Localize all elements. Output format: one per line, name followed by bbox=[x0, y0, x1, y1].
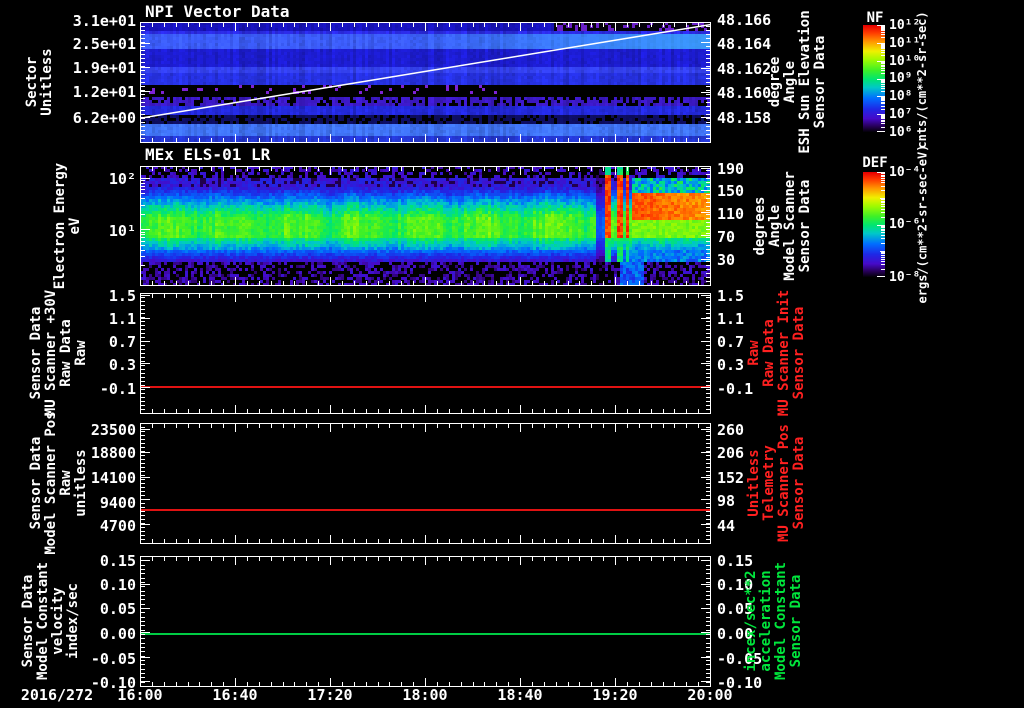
p3-rtick: 1.1 bbox=[717, 310, 745, 328]
p1-rtick: 48.162 bbox=[717, 60, 772, 78]
els-spectrogram-canvas bbox=[140, 166, 711, 286]
p4-ytick: 18800 bbox=[90, 444, 136, 462]
nf-colorbar-title: NF bbox=[866, 10, 884, 26]
time-tick: 20:00 bbox=[687, 686, 733, 704]
p1-ytick: 3.1e+01 bbox=[72, 12, 136, 30]
p1-ytick: 1.9e+01 bbox=[72, 59, 136, 77]
def-colorbar-canvas bbox=[863, 172, 885, 277]
date-label: 2016/272 bbox=[20, 686, 94, 704]
mu-scanner-30v-plot-canvas bbox=[140, 293, 711, 414]
p4-rtick: 260 bbox=[717, 421, 745, 439]
p5-ytick: 0.05 bbox=[99, 600, 136, 618]
nf-colorbar-canvas bbox=[863, 25, 885, 132]
p5-ytick: 0.00 bbox=[99, 625, 136, 643]
def-colorbar-unit: ergs/(cm**2-sr-sec-eV) bbox=[915, 144, 930, 304]
p4-ytick: 4700 bbox=[99, 517, 136, 535]
time-tick: 17:20 bbox=[307, 686, 353, 704]
panel3-left-axis-label: Sensor Data MU Scanner +30V Raw Data Raw bbox=[28, 289, 89, 417]
panel1-title: NPI Vector Data bbox=[145, 2, 290, 21]
npi-spectrogram-canvas bbox=[140, 22, 711, 143]
panel4-right-axis-label: Unitless Telemetry MU Scanner Pos Sensor… bbox=[746, 424, 807, 543]
p4-ytick: 14100 bbox=[90, 469, 136, 487]
p5-ytick: -0.05 bbox=[90, 650, 136, 668]
p4-rtick: 152 bbox=[717, 469, 745, 487]
science-plot-page: { "footer": { "date_label": "2016/272", … bbox=[0, 0, 1024, 708]
p2-rtick: 150 bbox=[717, 182, 745, 200]
p3-rtick: 0.3 bbox=[717, 356, 745, 374]
p4-ytick: 23500 bbox=[90, 421, 136, 439]
time-tick: 16:40 bbox=[212, 686, 258, 704]
model-constant-plot-canvas bbox=[140, 556, 711, 687]
p1-ytick: 2.5e+01 bbox=[72, 35, 136, 53]
p3-rtick: 1.5 bbox=[717, 287, 745, 305]
p4-rtick: 98 bbox=[717, 492, 736, 510]
p1-rtick: 48.160 bbox=[717, 84, 772, 102]
p1-ytick: 6.2e+00 bbox=[72, 109, 136, 127]
p4-ytick: 9400 bbox=[99, 494, 136, 512]
time-tick: 16:00 bbox=[117, 686, 163, 704]
p3-ytick: 1.1 bbox=[108, 310, 136, 328]
panel2-right-axis-label: degrees Angle Model Scanner Sensor Data bbox=[752, 171, 813, 281]
panel1-left-axis-label: Sector Unitless bbox=[24, 48, 55, 116]
nf-colorbar-unit: cnts/(cm**2-sr-sec) bbox=[915, 11, 929, 149]
nf-cbtick: 10⁷ bbox=[889, 107, 913, 122]
time-tick: 18:40 bbox=[497, 686, 543, 704]
p1-rtick: 48.166 bbox=[717, 11, 772, 29]
p2-rtick: 70 bbox=[717, 228, 736, 246]
p3-ytick: 0.7 bbox=[108, 333, 136, 351]
p2-ytick: 10¹ bbox=[108, 222, 136, 240]
panel2-title: MEx ELS-01 LR bbox=[145, 145, 271, 164]
p1-rtick: 48.164 bbox=[717, 35, 772, 53]
scanner-pos-plot-canvas bbox=[140, 423, 711, 544]
nf-cbtick: 10⁹ bbox=[889, 71, 913, 86]
p3-ytick: 0.3 bbox=[108, 356, 136, 374]
p4-rtick: 44 bbox=[717, 517, 736, 535]
nf-cbtick: 10⁶ bbox=[889, 125, 913, 140]
p4-rtick: 206 bbox=[717, 444, 745, 462]
p1-rtick: 48.158 bbox=[717, 109, 772, 127]
nf-cbtick: 10⁸ bbox=[889, 89, 913, 104]
p1-ytick: 1.2e+01 bbox=[72, 83, 136, 101]
p5-ytick: 0.15 bbox=[99, 552, 136, 570]
p2-rtick: 110 bbox=[717, 205, 745, 223]
p5-ytick: 0.10 bbox=[99, 576, 136, 594]
time-tick: 18:00 bbox=[402, 686, 448, 704]
p2-ytick: 10² bbox=[108, 170, 136, 188]
time-tick: 19:20 bbox=[592, 686, 638, 704]
panel3-right-axis-label: Raw Raw Data MU Scanner Init Sensor Data bbox=[746, 289, 807, 417]
p2-rtick: 190 bbox=[717, 160, 745, 178]
p3-ytick: 1.5 bbox=[108, 287, 136, 305]
p3-rtick: 0.7 bbox=[717, 333, 745, 351]
panel1-right-axis-label: degree Angle ESH Sun Elevation Sensor Da… bbox=[767, 10, 828, 154]
p2-rtick: 30 bbox=[717, 251, 736, 269]
panel5-right-axis-label: incex/sec**2 acceleration Model Constant… bbox=[743, 562, 804, 681]
p3-ytick: -0.1 bbox=[99, 380, 136, 398]
